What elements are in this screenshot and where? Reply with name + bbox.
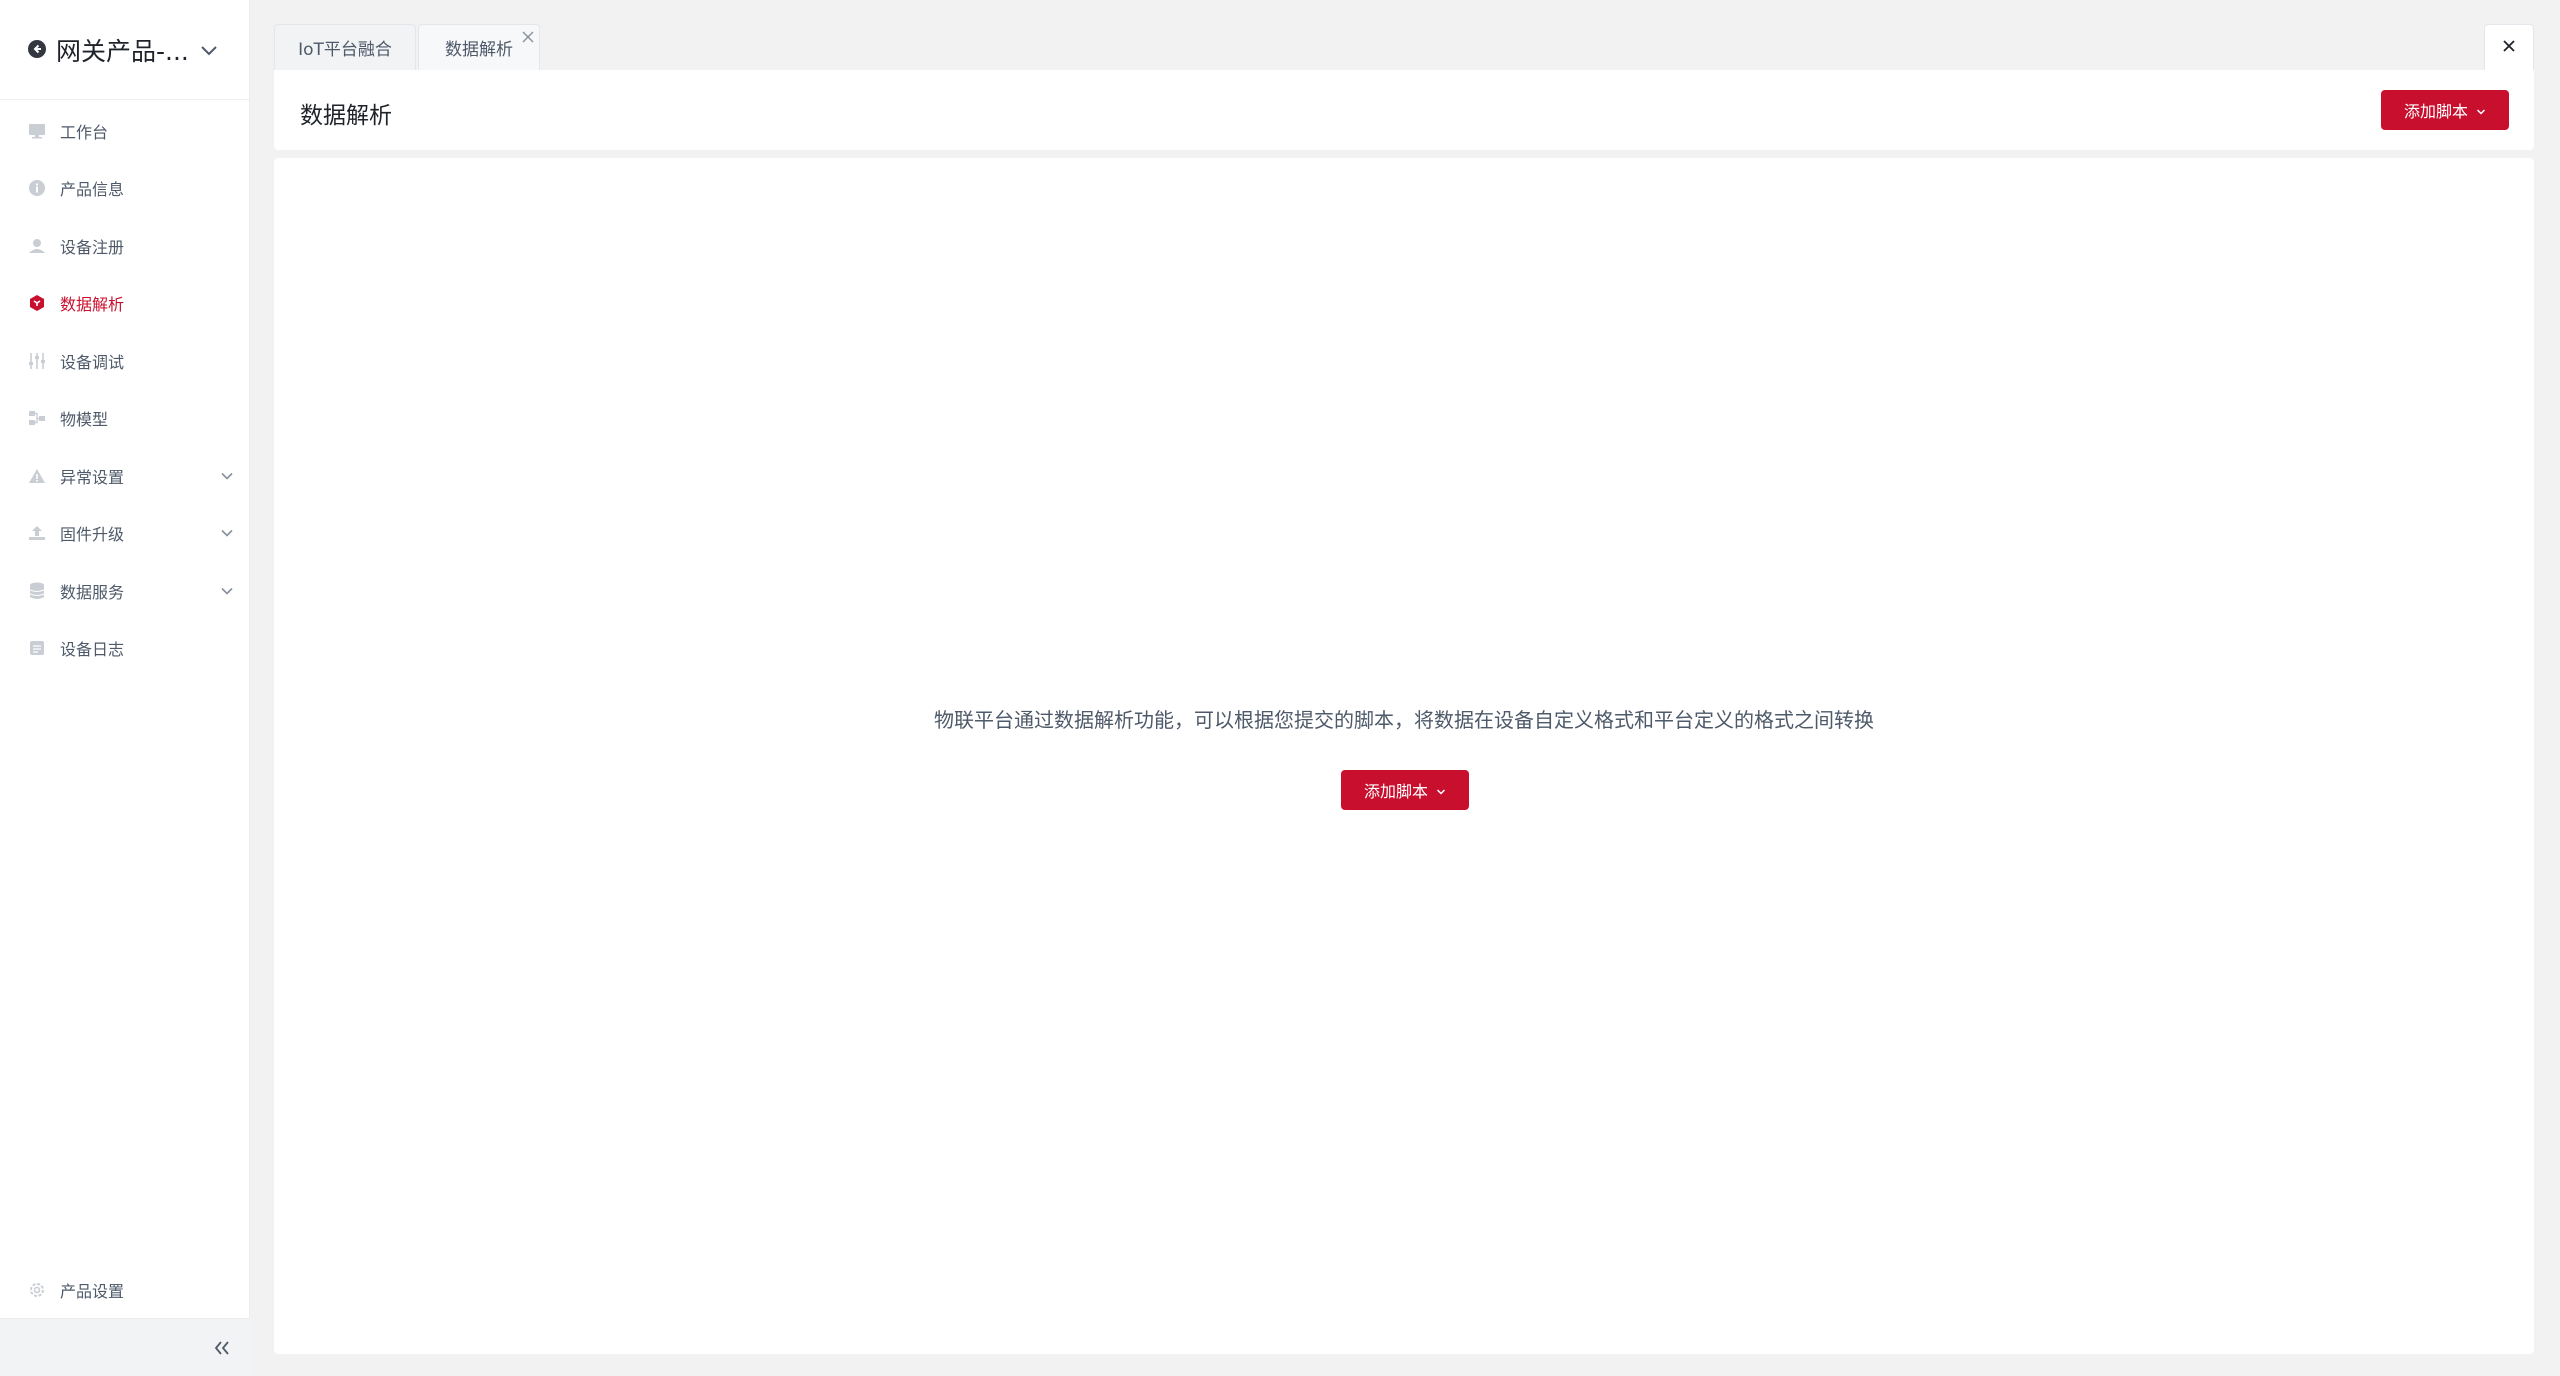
chevron-down-icon [2476, 101, 2486, 120]
sidebar-item-data-service[interactable]: 数据服务 [0, 562, 250, 620]
sidebar-item-label: 异常设置 [60, 467, 125, 487]
chevron-down-icon[interactable] [220, 581, 234, 600]
sidebar-item-product-settings[interactable]: 产品设置 [0, 1262, 250, 1318]
chevron-down-icon[interactable] [220, 466, 234, 485]
app-root: 网关产品-... 工作台 产品信息 设备注册 数据解析 设备调试 物模型 异常设… [0, 0, 2560, 1376]
sidebar-item-label: 设备日志 [60, 640, 125, 660]
warning-icon [28, 467, 46, 485]
back-icon[interactable] [28, 40, 46, 58]
tab-bar: IoT平台融合 数据解析 [274, 24, 542, 70]
tab-iot-platform[interactable]: IoT平台融合 [274, 24, 416, 70]
gear-icon [28, 1281, 46, 1299]
data-parse-icon [28, 294, 46, 312]
model-icon [28, 409, 46, 427]
sidebar-item-label: 工作台 [60, 122, 109, 142]
sidebar-item-device-debug[interactable]: 设备调试 [0, 332, 250, 390]
sidebar-item-label: 物模型 [60, 410, 109, 430]
sidebar-item-label: 设备调试 [60, 352, 125, 372]
sidebar-item-label: 数据解析 [60, 295, 125, 315]
sidebar-item-product-info[interactable]: 产品信息 [0, 160, 250, 218]
tab-label: IoT平台融合 [298, 40, 392, 60]
tab-data-parse[interactable]: 数据解析 [418, 24, 540, 70]
log-icon [28, 639, 46, 657]
sidebar-item-device-log[interactable]: 设备日志 [0, 620, 250, 678]
sidebar: 网关产品-... 工作台 产品信息 设备注册 数据解析 设备调试 物模型 异常设… [0, 0, 250, 1376]
add-script-button[interactable]: 添加脚本 [2381, 90, 2509, 130]
sidebar-item-label: 产品信息 [60, 180, 125, 200]
sidebar-item-workbench[interactable]: 工作台 [0, 102, 250, 160]
sidebar-item-device-register[interactable]: 设备注册 [0, 217, 250, 275]
sidebar-item-firmware-upgrade[interactable]: 固件升级 [0, 505, 250, 563]
info-icon [28, 179, 46, 197]
sidebar-item-thing-model[interactable]: 物模型 [0, 390, 250, 448]
double-chevron-left-icon[interactable] [212, 1339, 232, 1357]
page-header: 数据解析 添加脚本 [274, 70, 2534, 150]
page-title: 数据解析 [300, 103, 392, 129]
close-icon [2501, 38, 2517, 58]
sidebar-item-exception-settings[interactable]: 异常设置 [0, 447, 250, 505]
empty-state-message: 物联平台通过数据解析功能，可以根据您提交的脚本，将数据在设备自定义格式和平台定义… [934, 708, 1874, 732]
add-script-empty-button[interactable]: 添加脚本 [1341, 770, 1469, 810]
chevron-down-icon[interactable] [200, 42, 218, 61]
sidebar-item-label: 产品设置 [60, 1282, 125, 1301]
monitor-icon [28, 122, 46, 140]
chevron-down-icon[interactable] [220, 524, 234, 543]
sidebar-header: 网关产品-... [0, 0, 250, 100]
sidebar-item-label: 数据服务 [60, 582, 125, 602]
product-title[interactable]: 网关产品-... [56, 32, 189, 68]
sidebar-item-data-parse[interactable]: 数据解析 [0, 275, 250, 333]
close-page-button[interactable] [2484, 24, 2534, 70]
tab-label: 数据解析 [445, 40, 513, 60]
sidebar-item-label: 固件升级 [60, 525, 125, 545]
sidebar-collapse-bar [0, 1318, 250, 1376]
upload-icon [28, 524, 46, 542]
sidebar-nav: 工作台 产品信息 设备注册 数据解析 设备调试 物模型 异常设置 固件升级 数据… [0, 102, 250, 677]
sidebar-item-label: 设备注册 [60, 237, 125, 257]
main-content: 物联平台通过数据解析功能，可以根据您提交的脚本，将数据在设备自定义格式和平台定义… [274, 158, 2534, 1354]
chevron-down-icon [1436, 781, 1446, 800]
device-register-icon [28, 237, 46, 255]
button-label: 添加脚本 [1363, 782, 1428, 801]
sliders-icon [28, 352, 46, 370]
button-label: 添加脚本 [2403, 102, 2468, 121]
close-icon[interactable] [521, 29, 535, 43]
database-icon [28, 582, 46, 600]
